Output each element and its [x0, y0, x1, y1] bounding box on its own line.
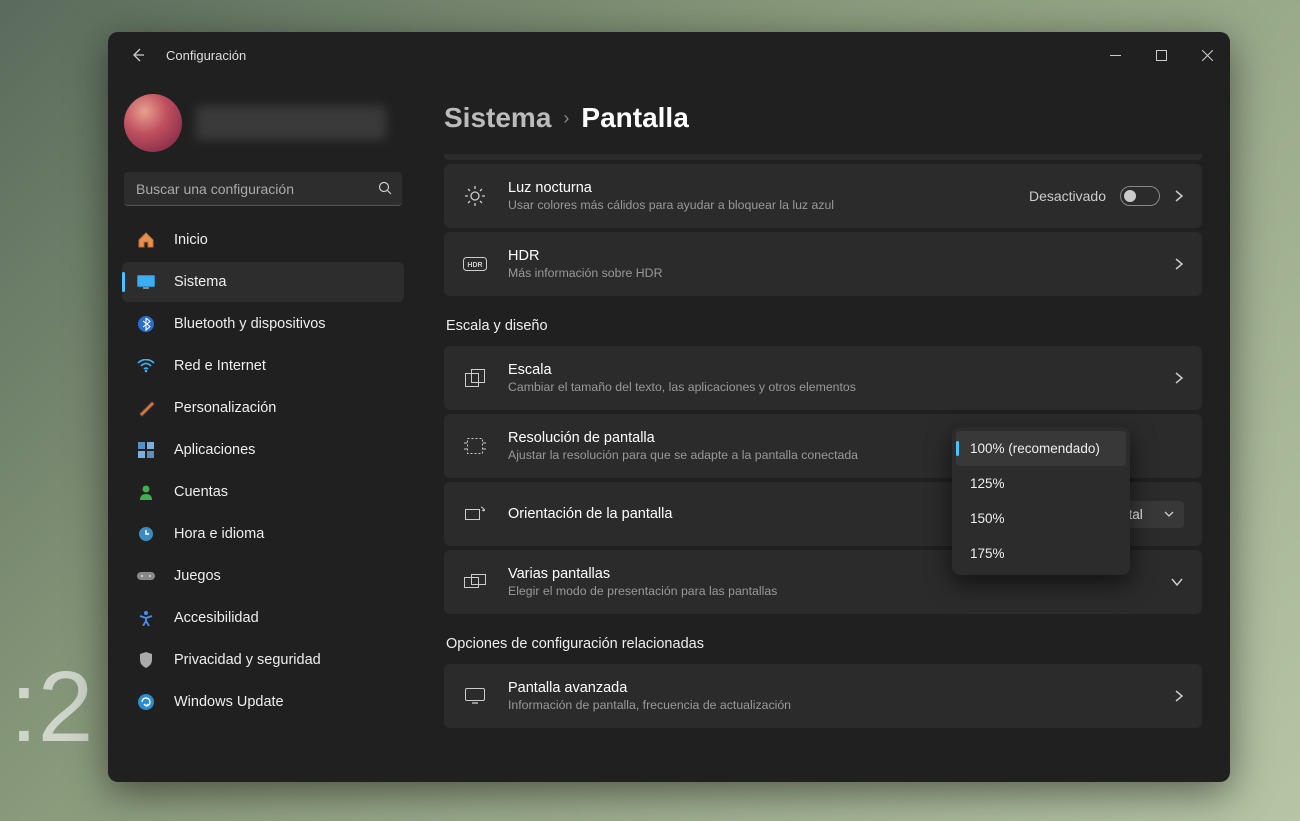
card-title: Luz nocturna: [508, 180, 1009, 196]
titlebar: Configuración: [108, 32, 1230, 78]
sidebar-item-label: Windows Update: [174, 694, 284, 710]
user-icon: [136, 482, 156, 502]
sidebar-item-time-language[interactable]: Hora e idioma: [122, 514, 404, 554]
desktop-clock: :2: [10, 650, 93, 765]
sidebar-item-system[interactable]: Sistema: [122, 262, 404, 302]
wifi-icon: [136, 356, 156, 376]
sidebar-item-label: Personalización: [174, 400, 276, 416]
close-button[interactable]: [1184, 35, 1230, 75]
sidebar-item-network[interactable]: Red e Internet: [122, 346, 404, 386]
chevron-right-icon: [1174, 257, 1184, 271]
back-button[interactable]: [124, 41, 152, 69]
breadcrumb-parent[interactable]: Sistema: [444, 102, 551, 134]
sidebar-item-apps[interactable]: Aplicaciones: [122, 430, 404, 470]
search-icon: [378, 181, 392, 195]
section-related: Opciones de configuración relacionadas: [446, 636, 1202, 652]
card-title: Pantalla avanzada: [508, 680, 1154, 696]
sidebar-item-label: Cuentas: [174, 484, 228, 500]
app-title: Configuración: [166, 48, 246, 63]
sidebar-item-accounts[interactable]: Cuentas: [122, 472, 404, 512]
system-icon: [136, 272, 156, 292]
card-subtitle: Más información sobre HDR: [508, 266, 1154, 280]
chevron-down-icon: [1170, 577, 1184, 587]
displays-icon: [462, 574, 488, 590]
clock-icon: [136, 524, 156, 544]
card-title: HDR: [508, 248, 1154, 264]
chevron-right-icon: ›: [563, 108, 569, 129]
sidebar-item-personalization[interactable]: Personalización: [122, 388, 404, 428]
sidebar-item-bluetooth[interactable]: Bluetooth y dispositivos: [122, 304, 404, 344]
sidebar-item-label: Hora e idioma: [174, 526, 264, 542]
minimize-button[interactable]: [1092, 35, 1138, 75]
resolution-icon: [462, 438, 488, 454]
scale-option-150[interactable]: 150%: [956, 501, 1126, 536]
sidebar-item-label: Accesibilidad: [174, 610, 259, 626]
home-icon: [136, 230, 156, 250]
shield-icon: [136, 650, 156, 670]
card-subtitle: Elegir el modo de presentación para las …: [508, 584, 1150, 598]
apps-icon: [136, 440, 156, 460]
sidebar-item-label: Juegos: [174, 568, 221, 584]
hdr-icon: HDR: [462, 257, 488, 271]
user-profile[interactable]: [122, 86, 404, 170]
sidebar-item-privacy[interactable]: Privacidad y seguridad: [122, 640, 404, 680]
content-area: Sistema › Pantalla Luz nocturna Usar col…: [416, 78, 1230, 782]
sidebar: Inicio Sistema Bluetooth y dispositivos …: [108, 78, 416, 782]
toggle-state-label: Desactivado: [1029, 188, 1106, 204]
user-name-redacted: [196, 106, 386, 140]
card-title: Escala: [508, 362, 1154, 378]
chevron-right-icon: [1174, 689, 1184, 703]
sun-icon: [462, 185, 488, 207]
gamepad-icon: [136, 566, 156, 586]
chevron-right-icon: [1174, 189, 1184, 203]
sidebar-item-home[interactable]: Inicio: [122, 220, 404, 260]
monitor-icon: [462, 688, 488, 704]
orientation-icon: [462, 505, 488, 523]
search-box: [124, 172, 402, 206]
scale-option-125[interactable]: 125%: [956, 466, 1126, 501]
update-icon: [136, 692, 156, 712]
sidebar-item-label: Sistema: [174, 274, 226, 290]
card-scale[interactable]: Escala Cambiar el tamaño del texto, las …: [444, 346, 1202, 410]
scale-dropdown: 100% (recomendado) 125% 150% 175%: [952, 427, 1130, 575]
sidebar-item-label: Aplicaciones: [174, 442, 255, 458]
breadcrumb: Sistema › Pantalla: [444, 102, 1202, 134]
window-controls: [1092, 35, 1230, 75]
search-input[interactable]: [124, 172, 402, 206]
arrow-left-icon: [130, 47, 146, 63]
settings-window: Configuración Inicio Sistema: [108, 32, 1230, 782]
card-subtitle: Cambiar el tamaño del texto, las aplicac…: [508, 380, 1154, 394]
bluetooth-icon: [136, 314, 156, 334]
section-scale-design: Escala y diseño: [446, 318, 1202, 334]
prev-card-edge: [444, 154, 1202, 160]
sidebar-item-gaming[interactable]: Juegos: [122, 556, 404, 596]
card-subtitle: Usar colores más cálidos para ayudar a b…: [508, 198, 1009, 212]
page-title: Pantalla: [581, 102, 688, 134]
sidebar-item-update[interactable]: Windows Update: [122, 682, 404, 722]
night-light-toggle[interactable]: [1120, 186, 1160, 206]
scale-option-100[interactable]: 100% (recomendado): [956, 431, 1126, 466]
sidebar-item-label: Inicio: [174, 232, 208, 248]
chevron-down-icon: [1164, 510, 1174, 518]
card-hdr[interactable]: HDR HDR Más información sobre HDR: [444, 232, 1202, 296]
scale-icon: [462, 369, 488, 387]
svg-text:HDR: HDR: [467, 262, 482, 269]
accessibility-icon: [136, 608, 156, 628]
card-subtitle: Información de pantalla, frecuencia de a…: [508, 698, 1154, 712]
sidebar-item-label: Red e Internet: [174, 358, 266, 374]
avatar: [124, 94, 182, 152]
scale-option-175[interactable]: 175%: [956, 536, 1126, 571]
card-night-light[interactable]: Luz nocturna Usar colores más cálidos pa…: [444, 164, 1202, 228]
sidebar-item-label: Bluetooth y dispositivos: [174, 316, 326, 332]
chevron-right-icon: [1174, 371, 1184, 385]
sidebar-item-label: Privacidad y seguridad: [174, 652, 321, 668]
brush-icon: [136, 398, 156, 418]
card-advanced-display[interactable]: Pantalla avanzada Información de pantall…: [444, 664, 1202, 728]
maximize-button[interactable]: [1138, 35, 1184, 75]
sidebar-item-accessibility[interactable]: Accesibilidad: [122, 598, 404, 638]
